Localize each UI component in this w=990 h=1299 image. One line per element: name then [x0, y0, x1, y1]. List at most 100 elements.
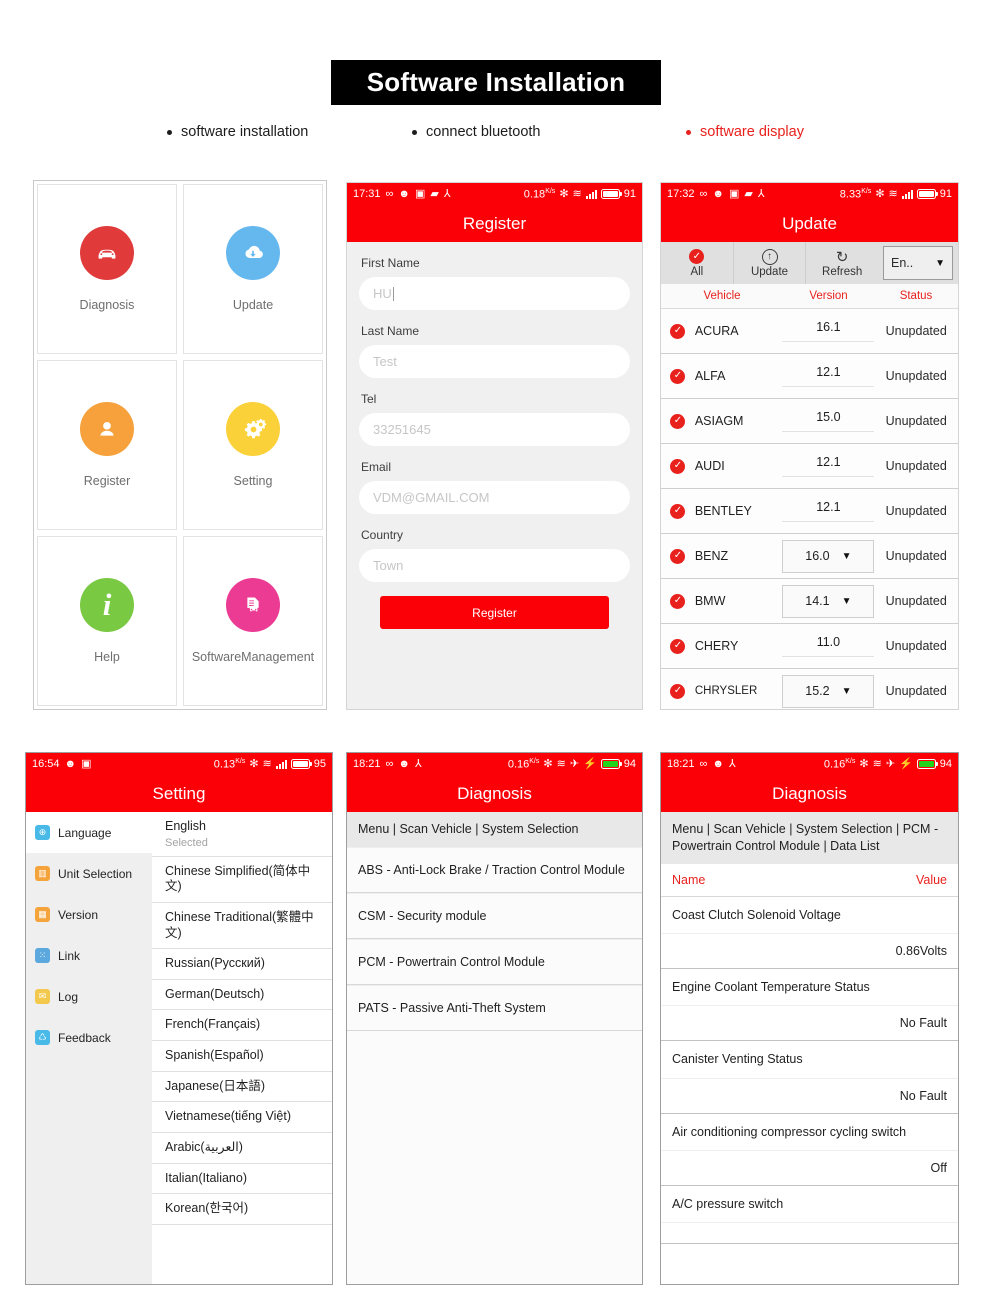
language-option-selected[interactable]: English — [152, 812, 332, 837]
last-name-input[interactable]: Test — [359, 345, 630, 378]
sidebar-item-label: Unit Selection — [58, 866, 133, 881]
link-icon: ⁙ — [35, 948, 50, 963]
table-row[interactable]: ✓ BENTLEY 12.1 Unupdated — [661, 489, 958, 534]
list-item[interactable]: PATS - Passive Anti-Theft System — [347, 984, 642, 1031]
sidebar-item-version[interactable]: ▦ Version — [26, 894, 152, 935]
sidebar-item-unit-selection[interactable]: ▥ Unit Selection — [26, 853, 152, 894]
language-option[interactable]: French(Français) — [152, 1010, 332, 1041]
emoji-icon: ☻ — [398, 757, 410, 770]
language-dropdown-value: En.. — [891, 256, 914, 270]
sidebar-item-feedback[interactable]: ♺ Feedback — [26, 1017, 152, 1058]
language-option[interactable]: Chinese Simplified(简体中文) — [152, 857, 332, 903]
status-time: 17:32 — [667, 188, 695, 200]
update-table-body: ✓ ACURA 16.1 Unupdated ✓ ALFA 12.1 Unupd… — [661, 309, 958, 709]
table-row[interactable]: ✓ ASIAGM 15.0 Unupdated — [661, 399, 958, 444]
home-tile-setting[interactable]: Setting — [183, 360, 323, 530]
list-item[interactable]: ABS - Anti-Lock Brake / Traction Control… — [347, 846, 642, 893]
bluetooth-icon: ✻ — [559, 187, 569, 200]
language-option[interactable]: Japanese(日本語) — [152, 1072, 332, 1103]
email-input[interactable]: VDM@GMAIL.COM — [359, 481, 630, 514]
language-option[interactable]: German(Deutsch) — [152, 980, 332, 1011]
check-circle-icon: ✓ — [689, 248, 705, 265]
column-header-value: Value — [915, 872, 947, 887]
home-tile-help[interactable]: i Help — [37, 536, 177, 706]
version-dropdown[interactable]: 16.0 ▼ — [782, 539, 875, 573]
row-checkbox[interactable]: ✓ — [661, 638, 695, 654]
tel-input[interactable]: 33251645 — [359, 413, 630, 446]
status-rate-unit: K/s — [845, 757, 856, 765]
version-dropdown[interactable]: 15.2 ▼ — [782, 674, 875, 708]
sidebar-item-log[interactable]: ✉ Log — [26, 976, 152, 1017]
status-rate: 0.13 — [213, 758, 236, 771]
table-row[interactable]: ✓ ACURA 16.1 Unupdated — [661, 309, 958, 354]
language-option[interactable]: Russian(Русский) — [152, 949, 332, 980]
toolbar-all-button[interactable]: ✓ All — [661, 242, 734, 284]
row-checkbox[interactable]: ✓ — [661, 593, 695, 609]
battery-icon — [916, 189, 939, 199]
emoji-icon: ☻ — [712, 757, 724, 770]
table-row[interactable]: ✓ CHRYSLER 15.2 ▼ Unupdated — [661, 669, 958, 709]
register-screen-panel: 17:31 ∞ ☻ ▣ ▰ ⅄ 0.18K/s ✻ ≋ 91 Register … — [346, 182, 643, 710]
status-time: 17:31 — [353, 188, 381, 200]
diagnosis-list-empty-area — [347, 1030, 642, 1284]
row-checkbox[interactable]: ✓ — [661, 323, 695, 339]
language-option[interactable]: Spanish(Español) — [152, 1041, 332, 1072]
home-tile-label: Diagnosis — [79, 298, 135, 312]
app-title-setting: Setting — [26, 775, 332, 812]
update-table-header: Vehicle Version Status — [661, 284, 958, 309]
row-vehicle: CHRYSLER — [694, 685, 758, 697]
language-dropdown[interactable]: En.. ▼ — [883, 246, 954, 280]
table-row[interactable]: ✓ BMW 14.1 ▼ Unupdated — [661, 579, 958, 624]
row-checkbox[interactable]: ✓ — [661, 413, 695, 429]
table-row[interactable]: ✓ BENZ 16.0 ▼ Unupdated — [661, 534, 958, 579]
language-option[interactable]: Arabic(العربية) — [152, 1133, 332, 1164]
home-tile-label: SoftwareManagement — [191, 650, 315, 664]
row-checkbox[interactable]: ✓ — [661, 503, 695, 519]
status-time: 16:54 — [32, 758, 60, 770]
status-rate-unit: K/s — [529, 757, 540, 765]
list-item[interactable]: PCM - Powertrain Control Module — [347, 938, 642, 985]
register-submit-button[interactable]: Register — [380, 596, 609, 629]
table-row[interactable]: ✓ ALFA 12.1 Unupdated — [661, 354, 958, 399]
language-option[interactable]: Italian(Italiano) — [152, 1164, 332, 1195]
breadcrumb: Menu | Scan Vehicle | System Selection — [347, 812, 642, 847]
list-item[interactable]: CSM - Security module — [347, 892, 642, 939]
datalist-row-name: Canister Venting Status — [661, 1041, 958, 1079]
chevron-down-icon: ▼ — [841, 685, 852, 697]
status-rate: 0.16 — [507, 758, 530, 771]
table-row[interactable]: ✓ AUDI 12.1 Unupdated — [661, 444, 958, 489]
setting-screen-panel: 16:54 ☻ ▣ 0.13K/s ✻ ≋ 95 Setting ⊕ Langu… — [25, 752, 333, 1285]
row-checkbox[interactable]: ✓ — [661, 548, 695, 564]
row-status: Unupdated — [885, 369, 947, 383]
home-tile-software-management[interactable]: SoftwareManagement — [183, 536, 323, 706]
toolbar-refresh-button[interactable]: ↻ Refresh — [806, 242, 878, 284]
sidebar-item-language[interactable]: ⊕ Language — [26, 812, 152, 853]
datalist-row-name: Engine Coolant Temperature Status — [661, 969, 958, 1007]
setting-body: ⊕ Language ▥ Unit Selection ▦ Version ⁙ … — [26, 812, 332, 1284]
row-vehicle: BENZ — [694, 549, 729, 563]
row-vehicle: AUDI — [694, 459, 725, 473]
country-input[interactable]: Town — [359, 549, 630, 582]
column-header-version: Version — [809, 290, 848, 302]
gear-glyph — [244, 418, 266, 438]
caption-connect-bluetooth: connect bluetooth — [412, 124, 540, 140]
row-status: Unupdated — [885, 324, 947, 338]
home-tile-update[interactable]: Update — [183, 184, 323, 354]
chart-icon: ▥ — [35, 866, 50, 881]
table-row[interactable]: ✓ CHERY 11.0 Unupdated — [661, 624, 958, 669]
language-option[interactable]: Vietnamese(tiếng Việt) — [152, 1102, 332, 1133]
home-tile-register[interactable]: Register — [37, 360, 177, 530]
row-checkbox[interactable]: ✓ — [661, 683, 695, 699]
toolbar-update-button[interactable]: ↑ Update — [734, 242, 807, 284]
row-checkbox[interactable]: ✓ — [661, 458, 695, 474]
version-dropdown[interactable]: 14.1 ▼ — [782, 584, 875, 618]
breadcrumb: Menu | Scan Vehicle | System Selection |… — [661, 812, 958, 864]
row-status: Unupdated — [885, 549, 947, 563]
home-tile-diagnosis[interactable]: Diagnosis — [37, 184, 177, 354]
language-option[interactable]: Chinese Traditional(繁體中文) — [152, 903, 332, 950]
language-option[interactable]: Korean(한국어) — [152, 1194, 332, 1225]
first-name-input[interactable]: HU — [359, 277, 630, 310]
bullet-icon — [167, 129, 172, 135]
row-checkbox[interactable]: ✓ — [661, 368, 695, 384]
sidebar-item-link[interactable]: ⁙ Link — [26, 935, 152, 976]
